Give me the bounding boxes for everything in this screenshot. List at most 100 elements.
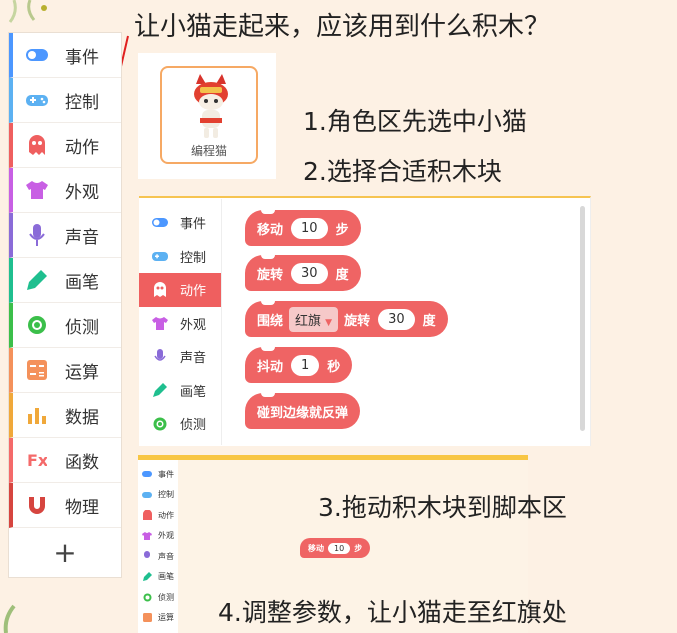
rotate-block[interactable]: 旋转 30 度 [245,255,361,291]
chevron-down-icon: ▼ [325,317,333,328]
script-move-block[interactable]: 移动 10 步 [300,538,371,558]
sidebar-item-physics[interactable]: 物理 [9,483,121,528]
sidebar-item-control[interactable]: 控制 [9,78,121,123]
sidebar-item-looks[interactable]: 外观 [9,168,121,213]
toggle-icon [152,215,168,231]
tab-label: 侦测 [180,418,207,434]
toggle-icon [25,43,49,67]
microphone-icon [152,348,168,365]
rotate-degrees-input[interactable]: 30 [291,262,328,284]
target-icon [152,416,168,432]
sidebar-item-events[interactable]: 事件 [9,33,121,78]
sidebar-item-functions[interactable]: Fx 函数 [9,438,121,483]
question-title: 让小猫走起来，应该用到什么积木？ [134,12,551,42]
sidebar-item-label: 运算 [65,362,99,383]
orbit-block[interactable]: 围绕 红旗 ▼ 旋转 30 度 [245,301,448,337]
mini-tab-label: 画笔 [158,572,174,582]
step-3: 3.拖动积木块到脚本区 [318,493,567,522]
sidebar-item-label: 声音 [65,227,99,248]
mini-tab-label: 声音 [158,551,174,561]
shake-block[interactable]: 抖动 1 秒 [245,347,353,383]
toggle-icon [142,469,152,479]
mini-tab-pen[interactable]: 画笔 [138,567,178,588]
mini-tab-label: 侦测 [158,592,174,602]
sidebar-item-pen[interactable]: 画笔 [9,258,121,303]
block-unit: 步 [354,543,363,553]
sprite-card[interactable]: 编程猫 [160,66,258,164]
block-notch [261,347,275,351]
cat-sprite-image [194,74,228,138]
gamepad-icon [142,490,152,500]
block-label: 旋转 [257,267,284,283]
block-label: 碰到边缘就反弹 [257,405,349,421]
block-notch [261,255,275,259]
mini-tab-label: 动作 [158,510,174,520]
sprite-name: 编程猫 [190,144,227,158]
tab-looks[interactable]: 外观 [139,307,221,341]
add-extension-button[interactable]: + [9,528,121,576]
calculator-icon [25,358,49,382]
mini-tab-motion[interactable]: 动作 [138,505,178,526]
target-icon [142,592,152,602]
script-move-steps-input[interactable]: 10 [328,542,351,554]
tab-label: 事件 [180,217,207,233]
block-unit: 度 [422,313,436,329]
sidebar-item-data[interactable]: 数据 [9,393,121,438]
mini-tab-operators[interactable]: 运算 [138,608,178,629]
category-sidebar: 事件 控制 动作 外观 声音 画笔 侦测 运算 数据 Fx 函数 物理 + [8,32,122,578]
tshirt-icon [142,531,152,541]
orbit-degrees-input[interactable]: 30 [378,308,415,330]
tab-label: 动作 [180,284,207,300]
mini-tab-label: 外观 [158,531,174,541]
leaf-decoration-bottom [3,604,16,633]
tab-control[interactable]: 控制 [139,240,221,274]
step-4: 4.调整参数，让小猫走至红旗处 [218,598,567,627]
sidebar-item-motion[interactable]: 动作 [9,123,121,168]
mini-tab-label: 运算 [158,613,174,623]
block-label: 围绕 [257,313,284,329]
panel-divider [221,199,222,445]
mini-tab-control[interactable]: 控制 [138,485,178,506]
block-unit: 度 [335,267,349,283]
block-unit: 步 [335,222,349,238]
tab-label: 控制 [180,250,207,266]
block-label: 移动 [308,543,324,553]
blocks-scrollbar[interactable] [580,206,585,431]
mini-tab-events[interactable]: 事件 [138,464,178,485]
block-unit: 秒 [327,359,341,375]
target-icon [25,313,49,337]
step-1: 1.角色区先选中小猫 [303,107,527,136]
move-steps-input[interactable]: 10 [291,217,328,239]
calculator-icon [142,613,152,623]
gamepad-icon [25,88,49,112]
bounce-block[interactable]: 碰到边缘就反弹 [245,393,361,429]
mini-tab-label: 事件 [158,469,174,479]
mini-tab-looks[interactable]: 外观 [138,526,178,547]
dropdown-value: 红旗 [295,313,322,329]
mini-tab-sound[interactable]: 声音 [138,546,178,567]
step-2: 2.选择合适积木块 [303,157,502,186]
leaf-decoration-top [8,0,47,23]
move-block[interactable]: 移动 10 步 [245,210,361,246]
sidebar-item-operators[interactable]: 运算 [9,348,121,393]
sidebar-item-sensing[interactable]: 侦测 [9,303,121,348]
ghost-icon [142,510,152,521]
tab-events[interactable]: 事件 [139,206,221,240]
block-label-2: 旋转 [344,313,371,329]
tab-sound[interactable]: 声音 [139,340,221,374]
orbit-target-dropdown[interactable]: 红旗 ▼ [289,306,339,332]
sidebar-item-label: 动作 [65,137,99,158]
block-notch [261,210,275,214]
sidebar-item-label: 侦测 [65,317,99,338]
tab-motion[interactable]: 动作 [139,273,221,307]
mini-tab-label: 控制 [158,490,174,500]
mini-tab-sensing[interactable]: 侦测 [138,587,178,608]
sidebar-item-label: 外观 [65,182,99,203]
sidebar-item-sound[interactable]: 声音 [9,213,121,258]
tab-pen[interactable]: 画笔 [139,374,221,408]
shake-seconds-input[interactable]: 1 [291,354,320,376]
sidebar-item-label: 数据 [65,407,99,428]
sidebar-item-label: 函数 [65,452,99,473]
tab-sensing[interactable]: 侦测 [139,407,221,441]
bar-chart-icon [25,403,49,427]
